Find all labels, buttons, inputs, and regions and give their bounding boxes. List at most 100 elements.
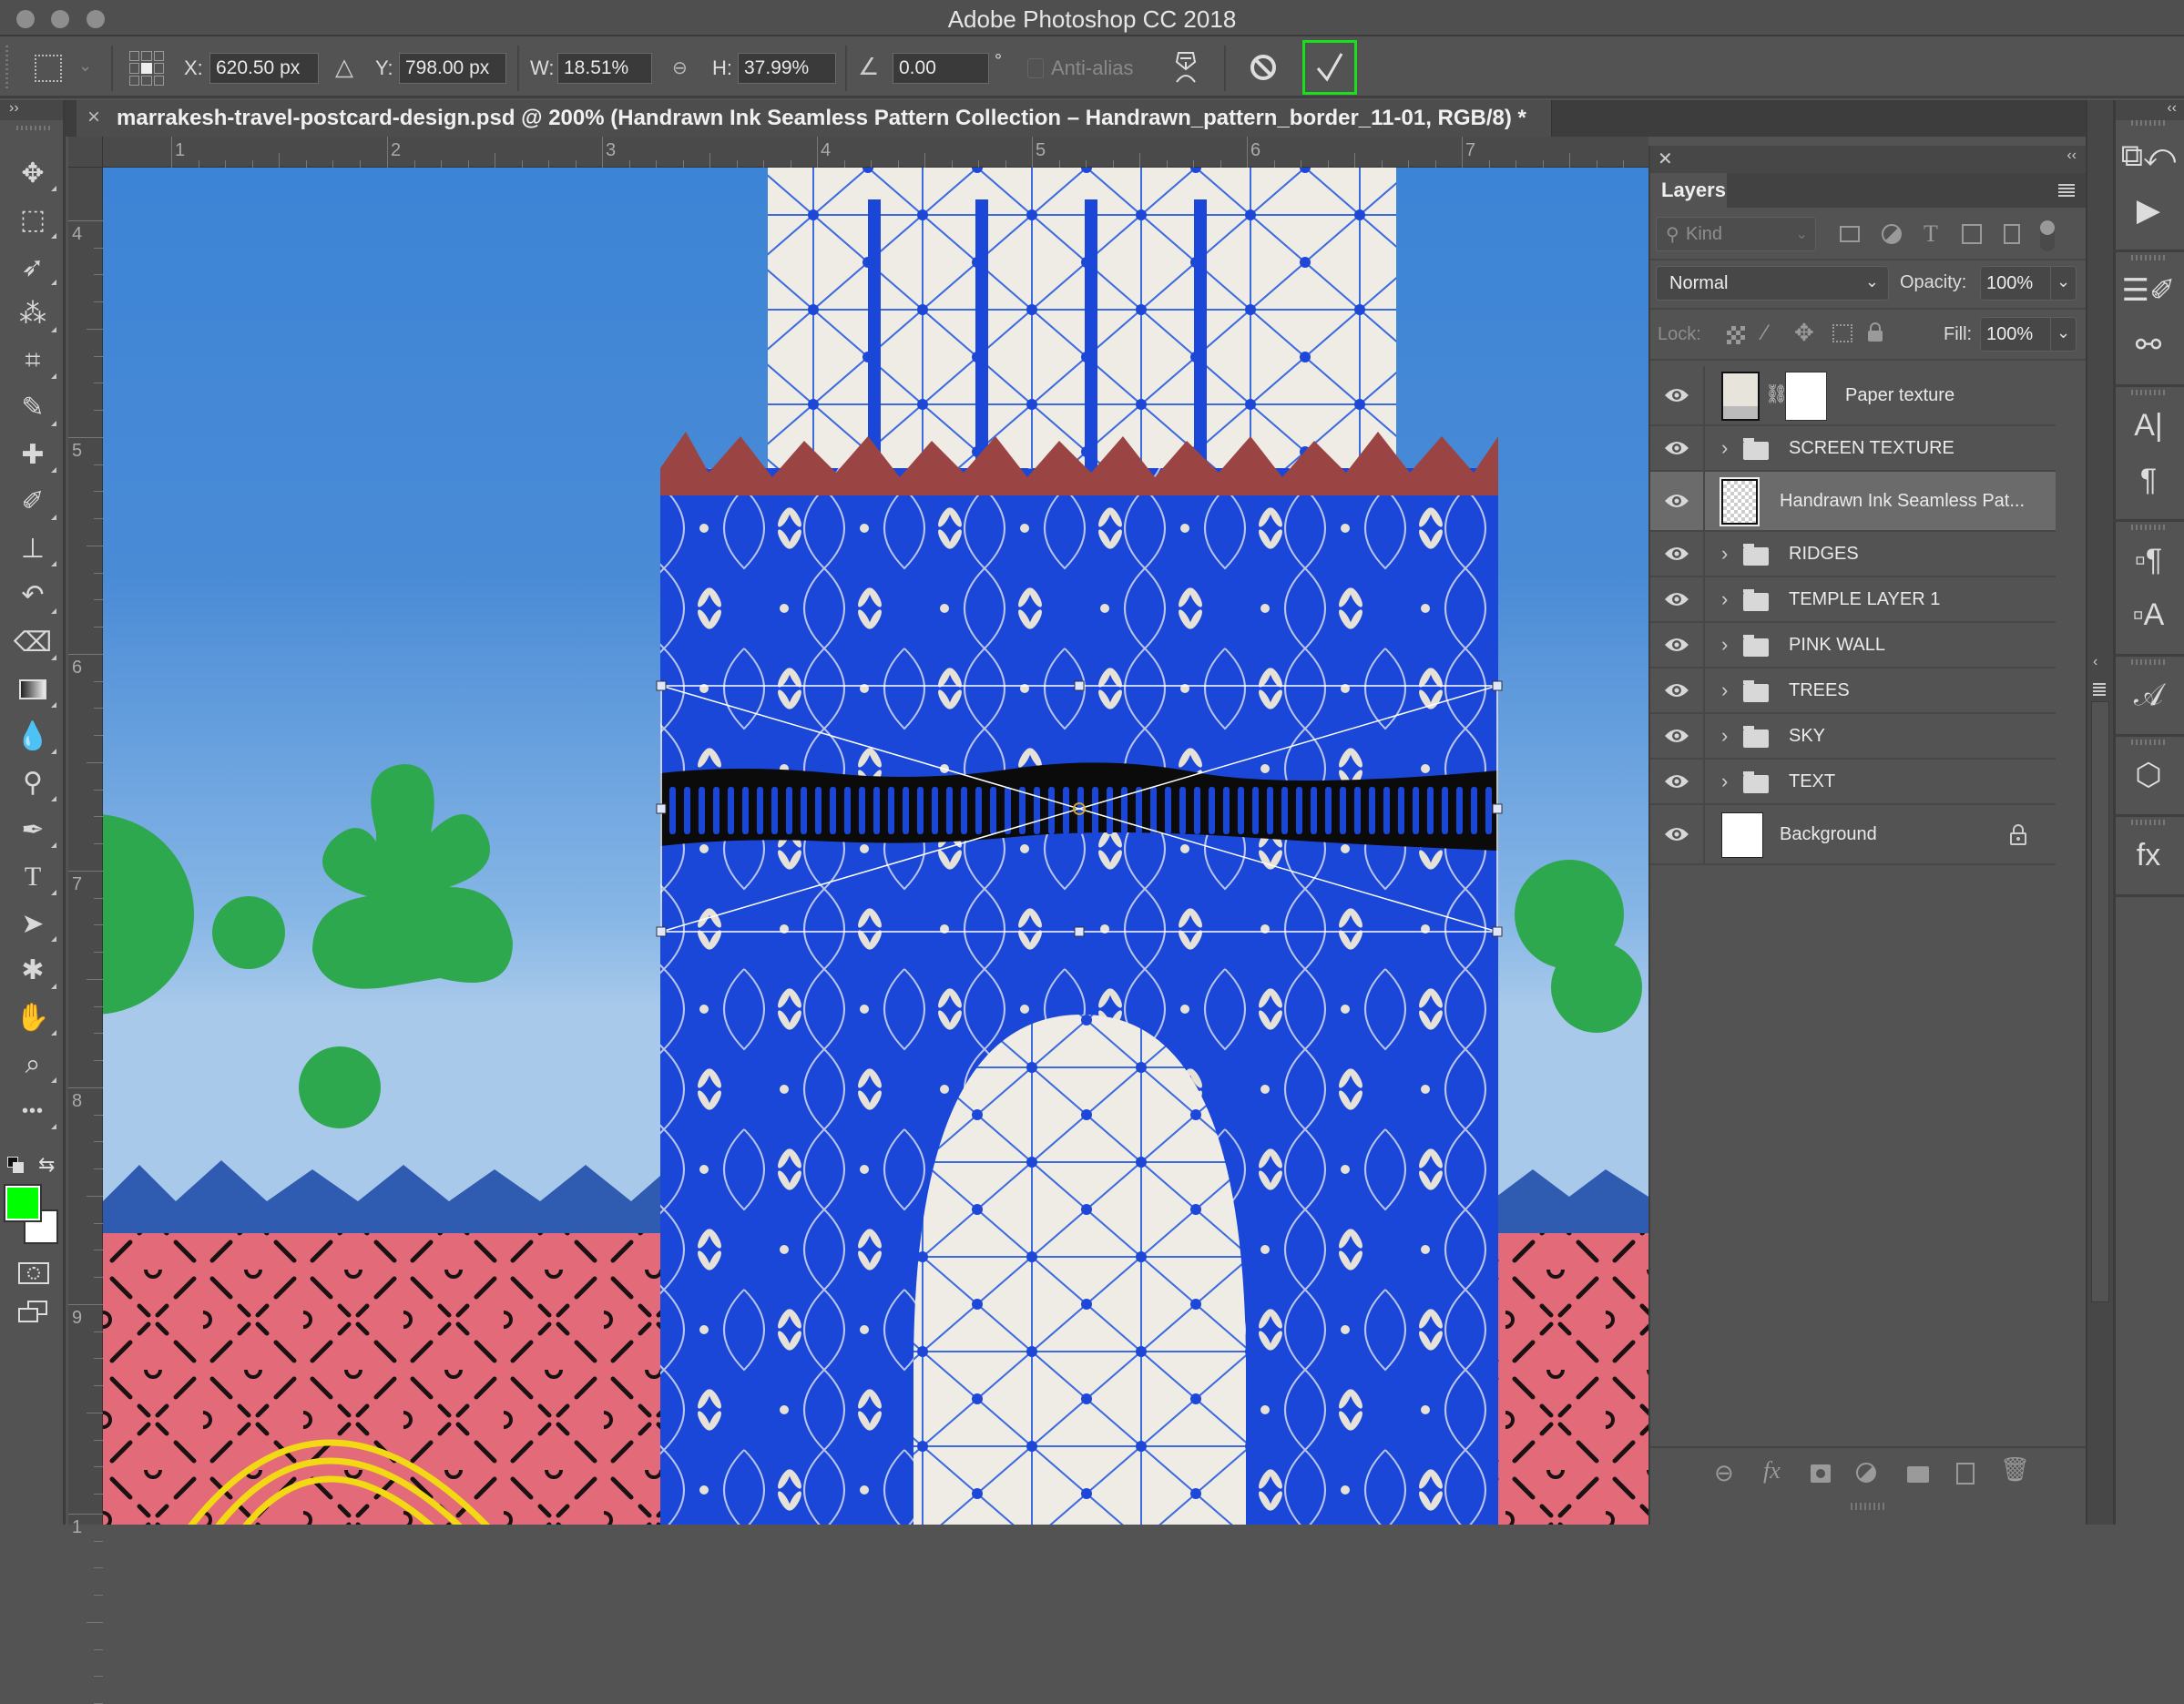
visibility-toggle[interactable]: [1650, 426, 1705, 470]
eraser-tool[interactable]: ⌫: [13, 622, 56, 662]
more-tools[interactable]: •••: [13, 1091, 56, 1131]
cancel-transform-button[interactable]: [1248, 51, 1279, 84]
dodge-tool[interactable]: ⚲: [13, 763, 56, 803]
collapse-dock-button[interactable]: ‹‹: [2116, 100, 2184, 120]
visibility-toggle[interactable]: [1650, 714, 1705, 758]
layer-row[interactable]: › SKY: [1650, 714, 2056, 760]
lasso-tool[interactable]: ➶: [13, 247, 56, 287]
character-styles-panel-button[interactable]: ▫A: [2113, 592, 2184, 638]
brush-settings-panel-button[interactable]: ⚯: [2113, 322, 2184, 368]
gradient-tool[interactable]: [13, 669, 56, 709]
expand-group-chevron-icon[interactable]: ›: [1721, 436, 1728, 460]
layer-row[interactable]: › SCREEN TEXTURE: [1650, 426, 2056, 472]
expand-group-chevron-icon[interactable]: ›: [1721, 633, 1728, 657]
filter-type-layers-icon[interactable]: T: [1924, 220, 1938, 248]
dock-group-grip[interactable]: [2131, 120, 2168, 126]
add-mask-icon[interactable]: [1811, 1464, 1831, 1483]
layer-row[interactable]: ⛓ Paper texture: [1650, 366, 2056, 426]
visibility-toggle[interactable]: [1650, 532, 1705, 576]
link-layers-icon[interactable]: ⊖: [1714, 1459, 1734, 1487]
lock-image-pixels-icon[interactable]: ⁄: [1763, 321, 1767, 346]
quick-mask-button[interactable]: [18, 1262, 49, 1284]
warp-mode-icon[interactable]: [1171, 49, 1200, 86]
marquee-tool[interactable]: ⬚: [13, 200, 56, 240]
pen-tool[interactable]: ✒: [13, 810, 56, 850]
visibility-toggle[interactable]: [1650, 805, 1705, 863]
paragraph-panel-button[interactable]: ¶: [2113, 457, 2184, 503]
filter-shape-layers-icon[interactable]: [1962, 224, 1982, 244]
foreground-color-swatch[interactable]: [4, 1184, 42, 1222]
expand-group-chevron-icon[interactable]: ›: [1721, 542, 1728, 566]
character-panel-button[interactable]: A|: [2113, 403, 2184, 448]
fill-field[interactable]: 100% ⌄: [1980, 317, 2077, 352]
fill-slider-toggle[interactable]: ⌄: [2050, 318, 2076, 351]
opacity-slider-toggle[interactable]: ⌄: [2050, 267, 2076, 300]
history-panel-button[interactable]: ⧉↶: [2113, 133, 2184, 179]
visibility-toggle[interactable]: [1650, 472, 1705, 530]
layer-row[interactable]: › PINK WALL: [1650, 623, 2056, 668]
new-adjustment-layer-icon[interactable]: [1856, 1463, 1876, 1483]
transform-tool-preset-icon[interactable]: [35, 55, 62, 82]
visibility-toggle[interactable]: [1650, 668, 1705, 712]
options-bar-grip[interactable]: [5, 46, 8, 91]
styles-fx-panel-button[interactable]: fx: [2113, 832, 2184, 878]
rotation-angle-field[interactable]: 0.00: [893, 53, 989, 84]
new-group-folder-icon[interactable]: [1907, 1466, 1929, 1483]
lock-transparent-pixels-icon[interactable]: [1727, 326, 1745, 344]
visibility-toggle[interactable]: [1650, 366, 1705, 424]
delete-layer-trash-icon[interactable]: 🗑: [2000, 1455, 2030, 1484]
brush-tool[interactable]: ✐: [13, 482, 56, 522]
custom-shape-tool[interactable]: ✱: [13, 951, 56, 991]
filter-toggle[interactable]: [2040, 220, 2055, 251]
dock-group-grip[interactable]: [2131, 820, 2168, 825]
horizontal-ruler[interactable]: 1 2 3 4 5 6 7: [103, 137, 1651, 168]
type-tool[interactable]: T: [13, 857, 56, 897]
lock-artboard-icon[interactable]: [1832, 324, 1852, 342]
layer-filter-kind-select[interactable]: ⚲ Kind ⌄: [1656, 217, 1816, 251]
expand-group-chevron-icon[interactable]: ›: [1721, 724, 1728, 748]
blur-tool[interactable]: 💧: [13, 716, 56, 756]
actions-play-panel-button[interactable]: ▶: [2113, 188, 2184, 233]
reference-point-locator-icon[interactable]: [129, 51, 164, 86]
document-tab[interactable]: × marrakesh-travel-postcard-design.psd @…: [77, 100, 1552, 137]
move-tool[interactable]: ✥: [13, 153, 56, 193]
clone-stamp-tool[interactable]: ⊥: [13, 528, 56, 568]
eyedropper-tool[interactable]: ✎: [13, 388, 56, 428]
panel-menu-icon[interactable]: [2093, 683, 2106, 696]
visibility-toggle[interactable]: [1650, 760, 1705, 803]
lock-all-icon[interactable]: [1867, 322, 1883, 342]
crop-tool[interactable]: ⌗: [13, 341, 56, 381]
zoom-tool[interactable]: ⌕: [13, 1045, 56, 1085]
close-panel-icon[interactable]: ✕: [1658, 148, 1673, 170]
panel-menu-icon[interactable]: [2058, 184, 2075, 197]
layer-row[interactable]: Handrawn Ink Seamless Pat...: [1650, 472, 2056, 532]
paragraph-styles-panel-button[interactable]: ▫¶: [2113, 537, 2184, 583]
expand-panel-chevron-icon[interactable]: ‹: [2093, 654, 2097, 670]
commit-transform-button[interactable]: [1302, 40, 1357, 95]
filter-smart-objects-icon[interactable]: [2004, 224, 2020, 244]
layer-row[interactable]: › RIDGES: [1650, 532, 2056, 577]
path-selection-tool[interactable]: ➤: [13, 903, 56, 944]
healing-brush-tool[interactable]: ✚: [13, 434, 56, 474]
opacity-field[interactable]: 100% ⌄: [1980, 266, 2077, 301]
toolbar-grip[interactable]: [16, 126, 53, 130]
visibility-toggle[interactable]: [1650, 577, 1705, 621]
layer-row[interactable]: › TEMPLE LAYER 1: [1650, 577, 2056, 623]
width-field[interactable]: 18.51%: [557, 53, 652, 84]
brush-presets-panel-button[interactable]: ☰✐: [2113, 268, 2184, 313]
expand-group-chevron-icon[interactable]: ›: [1721, 587, 1728, 611]
y-position-field[interactable]: 798.00 px: [399, 53, 506, 84]
tab-layers[interactable]: Layers: [1650, 173, 1727, 208]
3d-panel-button[interactable]: ⬡: [2113, 752, 2184, 798]
document-canvas[interactable]: [103, 168, 1648, 1525]
expand-group-chevron-icon[interactable]: ›: [1721, 770, 1728, 793]
collapse-panel-icon[interactable]: ‹‹: [2067, 148, 2077, 164]
dock-group-grip[interactable]: [2131, 255, 2168, 260]
anti-alias-checkbox[interactable]: [1027, 58, 1044, 78]
ruler-origin[interactable]: [68, 137, 103, 168]
history-brush-tool[interactable]: ↶: [13, 576, 56, 616]
hand-tool[interactable]: ✋: [13, 997, 56, 1037]
dock-group-grip[interactable]: [2131, 659, 2168, 665]
lock-position-icon[interactable]: ✥: [1794, 319, 1814, 347]
default-colors-icon[interactable]: [7, 1157, 24, 1173]
